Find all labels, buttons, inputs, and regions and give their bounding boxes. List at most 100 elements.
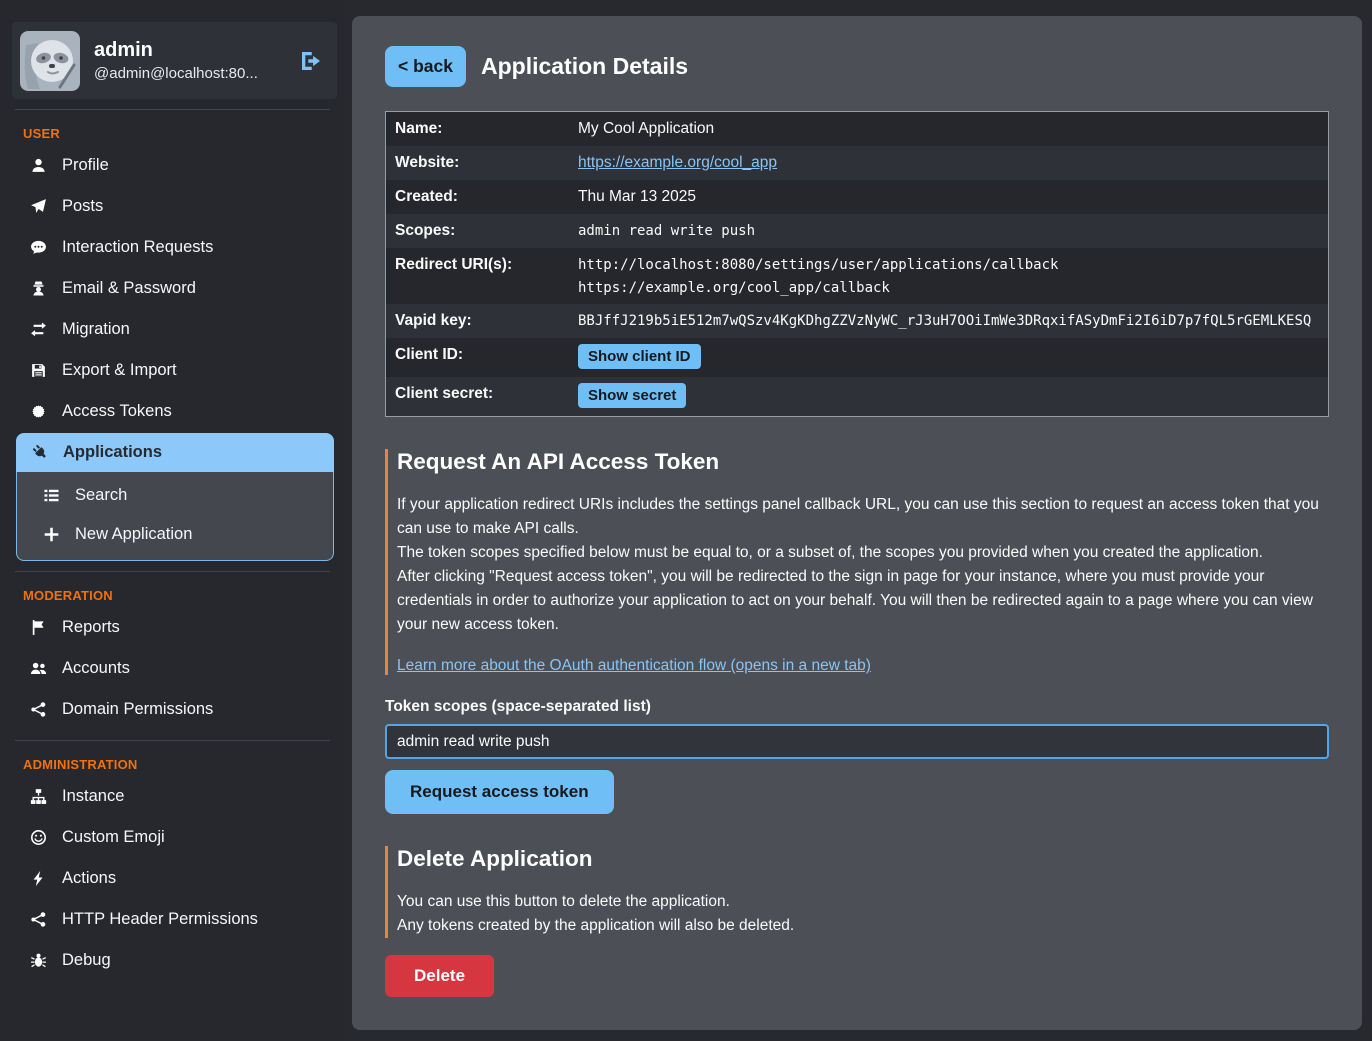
- divider: [15, 109, 330, 110]
- sidebar-item-http-header-permissions[interactable]: HTTP Header Permissions: [0, 899, 345, 940]
- page-title: Application Details: [481, 53, 688, 80]
- table-row-created: Created: Thu Mar 13 2025: [386, 180, 1328, 214]
- sidebar-item-label: Domain Permissions: [62, 700, 213, 719]
- request-token-section: Request An API Access Token If your appl…: [385, 449, 1329, 675]
- table-row-name: Name: My Cool Application: [386, 112, 1328, 146]
- row-label: Name:: [386, 112, 578, 146]
- username: admin: [94, 39, 291, 62]
- sidebar-item-actions[interactable]: Actions: [0, 858, 345, 899]
- row-label: Client ID:: [386, 338, 578, 372]
- users-icon: [29, 660, 47, 677]
- user-secret-icon: [29, 280, 47, 297]
- delete-button[interactable]: Delete: [385, 955, 494, 997]
- sidebar-item-export-import[interactable]: Export & Import: [0, 350, 345, 391]
- row-label: Redirect URI(s):: [386, 248, 578, 282]
- sidebar-item-label: Export & Import: [62, 361, 177, 380]
- sidebar-item-custom-emoji[interactable]: Custom Emoji: [0, 817, 345, 858]
- row-label: Created:: [386, 180, 578, 214]
- comment-dots-icon: [29, 239, 47, 256]
- sidebar-item-label: Access Tokens: [62, 402, 172, 421]
- paper-plane-icon: [29, 198, 47, 215]
- sidebar-item-label: Custom Emoji: [62, 828, 165, 847]
- oauth-docs-link[interactable]: Learn more about the OAuth authenticatio…: [397, 657, 871, 675]
- main-panel: < back Application Details Name: My Cool…: [352, 16, 1362, 1030]
- row-label: Website:: [386, 146, 578, 180]
- back-button[interactable]: < back: [385, 46, 466, 87]
- sidebar-item-posts[interactable]: Posts: [0, 186, 345, 227]
- list-icon: [42, 487, 60, 504]
- delete-application-section: Delete Application You can use this butt…: [385, 846, 1329, 938]
- redirect-uri-2: https://example.org/cool_app/callback: [578, 280, 1319, 296]
- sidebar-item-label: Interaction Requests: [62, 238, 213, 257]
- section-paragraph: If your application redirect URIs includ…: [397, 493, 1329, 541]
- redirect-uri-1: http://localhost:8080/settings/user/appl…: [578, 257, 1319, 273]
- sidebar-item-label: Actions: [62, 869, 116, 888]
- certificate-icon: [29, 403, 47, 420]
- website-link[interactable]: https://example.org/cool_app: [578, 154, 777, 171]
- share-nodes-icon: [29, 701, 47, 718]
- avatar: [20, 31, 80, 91]
- table-row-vapid-key: Vapid key: BBJffJ219b5iE512m7wQSzv4KgKDh…: [386, 304, 1328, 338]
- sidebar-item-label: New Application: [75, 525, 192, 544]
- applications-submenu: Search New Application: [16, 472, 334, 561]
- divider: [15, 571, 330, 572]
- request-access-token-button[interactable]: Request access token: [385, 770, 614, 814]
- row-value: My Cool Application: [578, 112, 1328, 146]
- show-secret-button[interactable]: Show secret: [578, 383, 686, 408]
- sidebar-item-label: Instance: [62, 787, 124, 806]
- row-value: BBJffJ219b5iE512m7wQSzv4KgKDhgZZVzNyWC_r…: [578, 304, 1328, 337]
- plug-icon: [31, 444, 49, 461]
- section-heading: Delete Application: [397, 846, 1329, 872]
- sidebar-item-applications[interactable]: Applications: [16, 433, 334, 472]
- application-details-table: Name: My Cool Application Website: https…: [385, 111, 1329, 417]
- flag-icon: [29, 619, 47, 636]
- floppy-disk-icon: [29, 362, 47, 379]
- section-heading: Request An API Access Token: [397, 449, 1329, 475]
- sidebar-item-label: Applications: [63, 443, 162, 462]
- sidebar-item-label: Migration: [62, 320, 130, 339]
- sidebar-item-interaction-requests[interactable]: Interaction Requests: [0, 227, 345, 268]
- applications-group: Applications Search New Application: [16, 433, 334, 561]
- sidebar-item-new-application[interactable]: New Application: [17, 515, 333, 554]
- title-row: < back Application Details: [385, 46, 1329, 87]
- table-row-scopes: Scopes: admin read write push: [386, 214, 1328, 248]
- row-value: http://localhost:8080/settings/user/appl…: [578, 248, 1328, 304]
- divider: [15, 740, 330, 741]
- table-row-client-secret: Client secret: Show secret: [386, 377, 1328, 416]
- sidebar-item-accounts[interactable]: Accounts: [0, 648, 345, 689]
- sidebar-item-debug[interactable]: Debug: [0, 940, 345, 981]
- sidebar-item-label: HTTP Header Permissions: [62, 910, 258, 929]
- sidebar-item-email-password[interactable]: Email & Password: [0, 268, 345, 309]
- token-scopes-input[interactable]: [385, 724, 1329, 759]
- sidebar-item-label: Email & Password: [62, 279, 196, 298]
- row-value: admin read write push: [578, 214, 1328, 247]
- plus-icon: [42, 526, 60, 543]
- smile-icon: [29, 829, 47, 846]
- sidebar-item-label: Accounts: [62, 659, 130, 678]
- row-label: Client secret:: [386, 377, 578, 411]
- sidebar-item-domain-permissions[interactable]: Domain Permissions: [0, 689, 345, 730]
- user-card: admin @admin@localhost:80...: [12, 22, 337, 99]
- sidebar-item-search[interactable]: Search: [17, 476, 333, 515]
- section-paragraph: You can use this button to delete the ap…: [397, 890, 1329, 914]
- sidebar-item-label: Debug: [62, 951, 111, 970]
- bug-icon: [29, 952, 47, 969]
- row-label: Vapid key:: [386, 304, 578, 338]
- table-row-website: Website: https://example.org/cool_app: [386, 146, 1328, 180]
- sidebar-item-migration[interactable]: Migration: [0, 309, 345, 350]
- section-label-moderation: MODERATION: [0, 582, 345, 607]
- user-handle: @admin@localhost:80...: [94, 65, 291, 82]
- section-label-user: USER: [0, 120, 345, 145]
- exchange-icon: [29, 321, 47, 338]
- share-nodes-icon: [29, 911, 47, 928]
- sidebar-item-instance[interactable]: Instance: [0, 776, 345, 817]
- user-meta: admin @admin@localhost:80...: [94, 39, 291, 82]
- sidebar-item-profile[interactable]: Profile: [0, 145, 345, 186]
- sidebar-item-label: Search: [75, 486, 127, 505]
- section-paragraph: Any tokens created by the application wi…: [397, 914, 1329, 938]
- show-client-id-button[interactable]: Show client ID: [578, 344, 701, 369]
- sign-out-icon[interactable]: [299, 49, 323, 73]
- sidebar-item-access-tokens[interactable]: Access Tokens: [0, 391, 345, 432]
- sidebar-item-reports[interactable]: Reports: [0, 607, 345, 648]
- bolt-icon: [29, 870, 47, 887]
